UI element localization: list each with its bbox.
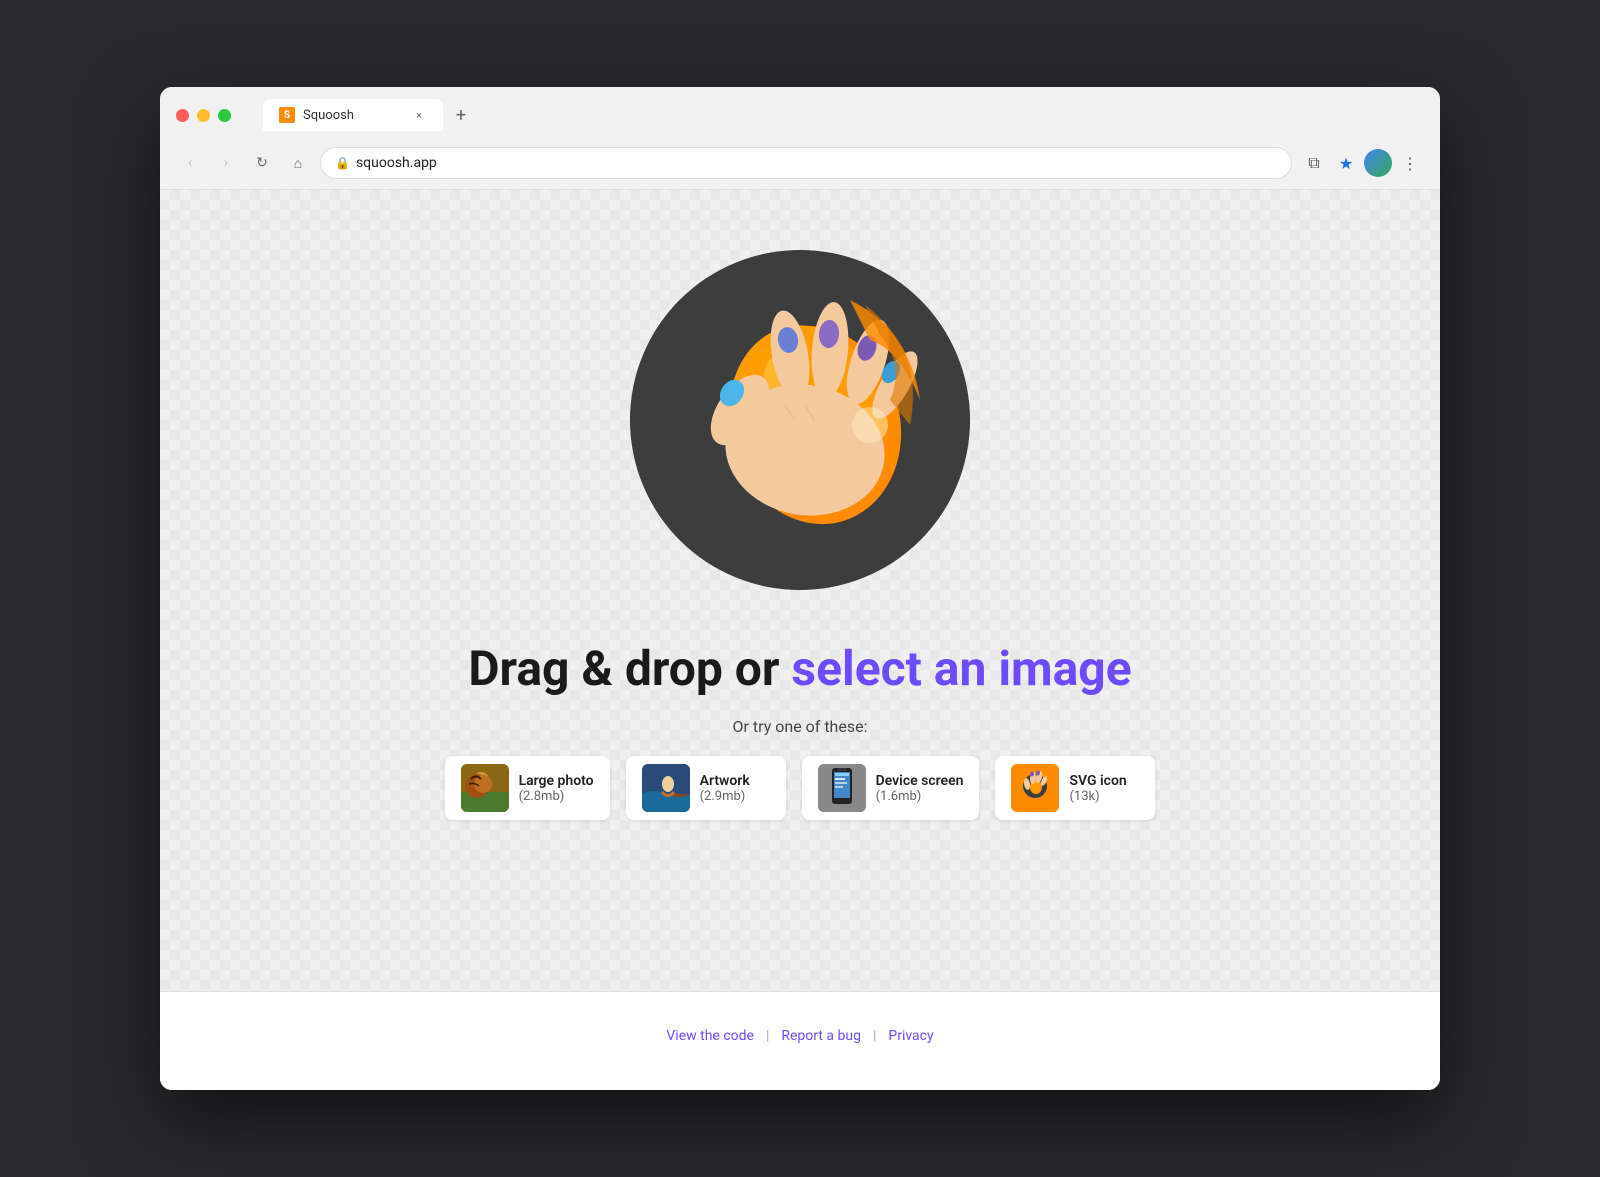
- hero-text: Drag & drop or select an image: [468, 640, 1131, 697]
- footer-bar: View the code | Report a bug | Privacy: [160, 991, 1440, 1090]
- view-code-link[interactable]: View the code: [666, 1028, 754, 1044]
- device-thumb: [818, 764, 866, 812]
- reload-button[interactable]: ↻: [248, 149, 276, 177]
- tab-favicon: S: [279, 107, 295, 123]
- svg-icon-size: (13k): [1069, 789, 1126, 804]
- svg-icon-name: SVG icon: [1069, 773, 1126, 789]
- hero-plain-text: Drag & drop or: [468, 640, 791, 697]
- tab-title: Squoosh: [303, 108, 403, 123]
- url-display: squoosh.app: [356, 155, 1277, 171]
- close-button[interactable]: [176, 109, 189, 122]
- main-area: Drag & drop or select an image Or try on…: [160, 190, 1440, 991]
- artwork-info: Artwork (2.9mb): [700, 773, 750, 804]
- large-photo-info: Large photo (2.8mb): [519, 773, 594, 804]
- report-bug-link[interactable]: Report a bug: [781, 1028, 861, 1044]
- toolbar-right: ⧉ ★ ⋮: [1300, 149, 1424, 177]
- menu-button[interactable]: ⋮: [1396, 149, 1424, 177]
- forward-button[interactable]: ›: [212, 149, 240, 177]
- browser-content[interactable]: Drag & drop or select an image Or try on…: [160, 190, 1440, 1090]
- device-name: Device screen: [876, 773, 964, 789]
- large-photo-name: Large photo: [519, 773, 594, 789]
- artwork-name: Artwork: [700, 773, 750, 789]
- large-photo-thumb: [461, 764, 509, 812]
- title-bar: S Squoosh × +: [160, 87, 1440, 139]
- minimize-button[interactable]: [197, 109, 210, 122]
- sample-large-photo[interactable]: Large photo (2.8mb): [445, 756, 610, 820]
- footer-links: View the code | Report a bug | Privacy: [666, 1008, 933, 1074]
- privacy-link[interactable]: Privacy: [888, 1028, 933, 1044]
- active-tab[interactable]: S Squoosh ×: [263, 99, 443, 131]
- device-size: (1.6mb): [876, 789, 964, 804]
- secure-icon: 🔒: [335, 156, 350, 170]
- artwork-thumb: [642, 764, 690, 812]
- tab-bar: S Squoosh × +: [247, 99, 491, 131]
- try-these-label: Or try one of these:: [733, 717, 868, 736]
- external-link-button[interactable]: ⧉: [1300, 149, 1328, 177]
- squoosh-logo: [630, 250, 970, 590]
- device-info: Device screen (1.6mb): [876, 773, 964, 804]
- tab-close-button[interactable]: ×: [411, 107, 427, 123]
- omnibox[interactable]: 🔒 squoosh.app: [320, 147, 1292, 179]
- bookmark-button[interactable]: ★: [1332, 149, 1360, 177]
- maximize-button[interactable]: [218, 109, 231, 122]
- home-button[interactable]: ⌂: [284, 149, 312, 177]
- svg-icon-info: SVG icon (13k): [1069, 773, 1126, 804]
- browser-window: S Squoosh × + ‹ › ↻: [160, 87, 1440, 1090]
- sample-svg-icon[interactable]: SVG icon (13k): [995, 756, 1155, 820]
- sample-images-row: Large photo (2.8mb): [445, 756, 1156, 820]
- sample-device-screen[interactable]: Device screen (1.6mb): [802, 756, 980, 820]
- profile-avatar[interactable]: [1364, 149, 1392, 177]
- large-photo-size: (2.8mb): [519, 789, 594, 804]
- address-bar: ‹ › ↻ ⌂ 🔒 squoosh.app ⧉ ★: [160, 139, 1440, 189]
- artwork-size: (2.9mb): [700, 789, 750, 804]
- sample-artwork[interactable]: Artwork (2.9mb): [626, 756, 786, 820]
- select-image-link[interactable]: select an image: [791, 640, 1131, 697]
- back-button[interactable]: ‹: [176, 149, 204, 177]
- footer-divider-2: |: [873, 1028, 876, 1044]
- footer-divider-1: |: [766, 1028, 769, 1044]
- new-tab-button[interactable]: +: [447, 101, 475, 129]
- window-controls: [176, 109, 231, 122]
- svg-icon-thumb: [1011, 764, 1059, 812]
- browser-chrome: S Squoosh × + ‹ › ↻: [160, 87, 1440, 190]
